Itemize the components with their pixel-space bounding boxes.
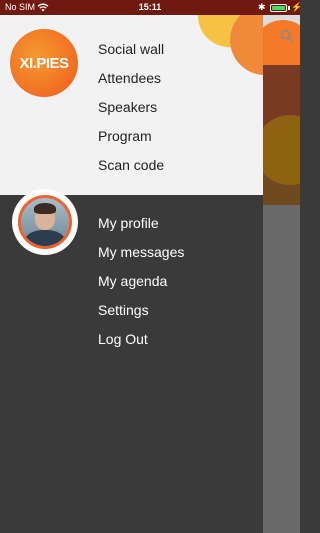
decorative-circle <box>230 15 263 75</box>
bluetooth-icon: ✱ <box>258 2 266 12</box>
search-icon[interactable] <box>280 29 294 43</box>
charging-icon: ⚡ <box>291 2 303 12</box>
drawer-header: XI.PIES Social wall Attendees Speakers P… <box>0 15 263 195</box>
decorative-circle <box>263 115 300 185</box>
battery-icon <box>270 4 287 12</box>
status-bar: No SIM 15:11 ✱ ⚡ <box>0 0 303 15</box>
menu-item-settings[interactable]: Settings <box>98 296 184 325</box>
menu-item-my-profile[interactable]: My profile <box>98 209 184 238</box>
main-menu: Social wall Attendees Speakers Program S… <box>98 35 164 180</box>
profile-photo <box>18 195 72 249</box>
battery-cap <box>288 6 290 10</box>
user-menu: My profile My messages My agenda Setting… <box>98 209 184 354</box>
menu-item-my-agenda[interactable]: My agenda <box>98 267 184 296</box>
menu-item-my-messages[interactable]: My messages <box>98 238 184 267</box>
clock: 15:11 <box>138 2 162 12</box>
main-screen-edge[interactable] <box>263 15 300 533</box>
logo-text: XI.PIES <box>19 54 69 72</box>
menu-item-log-out[interactable]: Log Out <box>98 325 184 354</box>
avatar[interactable] <box>12 189 78 255</box>
menu-item-speakers[interactable]: Speakers <box>98 93 164 122</box>
menu-item-attendees[interactable]: Attendees <box>98 64 164 93</box>
menu-item-scan-code[interactable]: Scan code <box>98 151 164 180</box>
menu-item-social-wall[interactable]: Social wall <box>98 35 164 64</box>
navigation-drawer: XI.PIES Social wall Attendees Speakers P… <box>0 15 263 533</box>
app-logo: XI.PIES <box>10 29 78 97</box>
menu-item-program[interactable]: Program <box>98 122 164 151</box>
